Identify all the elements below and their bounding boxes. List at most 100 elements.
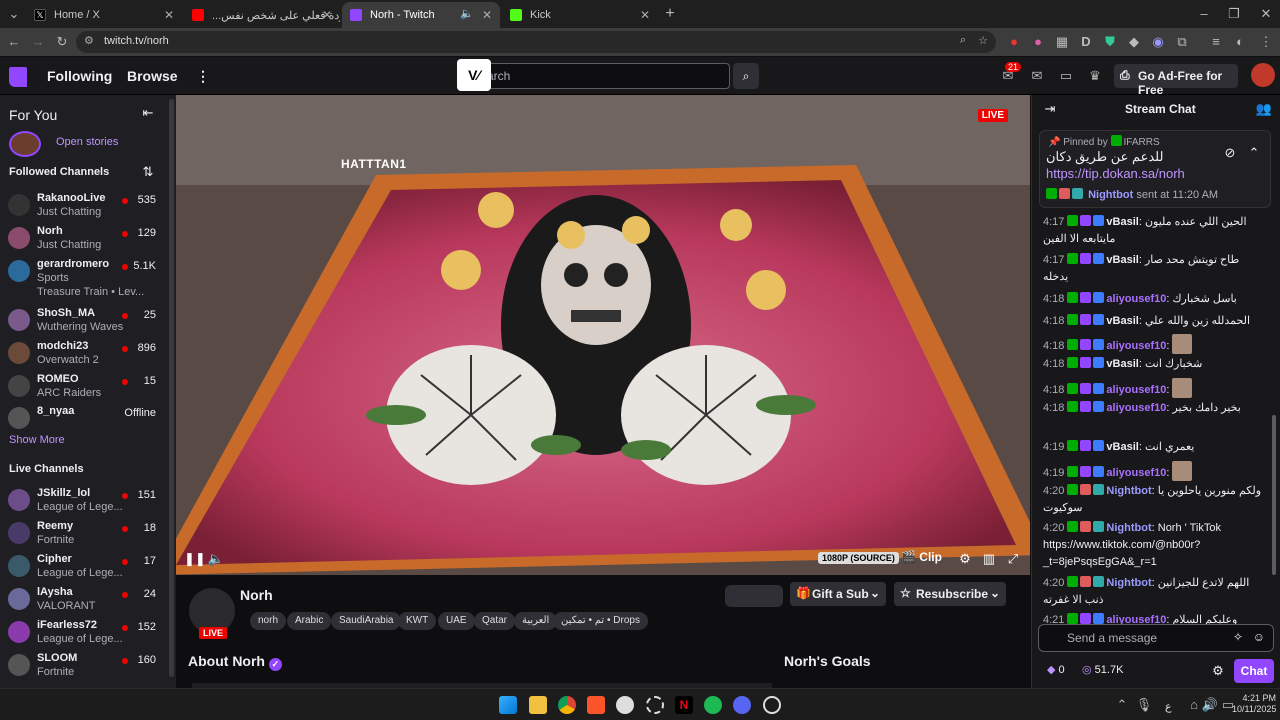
sidebar-scrollbar[interactable] bbox=[169, 99, 174, 677]
tag-pill[interactable]: Arabic bbox=[287, 612, 332, 630]
open-stories-link[interactable]: Open stories bbox=[56, 136, 118, 148]
tag-pill[interactable]: العربية bbox=[514, 612, 558, 630]
chat-send-button[interactable]: Chat bbox=[1234, 659, 1274, 683]
language-indicator[interactable]: ع bbox=[1165, 700, 1172, 713]
gift-sub-button[interactable]: 🎁 Gift a Sub ⌄ bbox=[790, 582, 886, 606]
chevron-up-icon[interactable]: ⌃ bbox=[1244, 143, 1264, 163]
extension-icon[interactable]: ◆ bbox=[1124, 32, 1144, 52]
sidebar-item-laysha[interactable]: lAysha VALORANT 24 bbox=[0, 584, 170, 617]
tag-pill[interactable]: SaudiArabia bbox=[331, 612, 402, 630]
unpin-eye-icon[interactable]: ⊘ bbox=[1220, 143, 1240, 163]
show-hidden-icons-icon[interactable]: ⌃ bbox=[1112, 695, 1132, 715]
sidebar-item-norh[interactable]: Norh Just Chatting 129 bbox=[0, 223, 170, 256]
tag-pill[interactable]: KWT bbox=[398, 612, 437, 630]
tab-youtube[interactable]: (665) ردة فعلي على شخص نفس... ✕ bbox=[184, 2, 340, 28]
sidebar-item-sloom[interactable]: SLOOM Fortnite 160 bbox=[0, 650, 170, 683]
reload-icon[interactable]: ↻ bbox=[52, 32, 72, 52]
sidebar-item-cipher[interactable]: Cipher League of Lege... 17 bbox=[0, 551, 170, 584]
ad-free-button[interactable]: ⎙ Go Ad-Free for Free bbox=[1114, 64, 1238, 97]
extension-icon[interactable]: ● bbox=[1004, 32, 1024, 52]
url-field[interactable]: ⚙ twitch.tv/norh ⌕ ☆ bbox=[76, 31, 996, 53]
crown-icon[interactable]: ♛ bbox=[1085, 66, 1105, 86]
theatre-mode-icon[interactable]: ▥ bbox=[979, 549, 999, 569]
chat-username[interactable]: vBasil bbox=[1106, 315, 1138, 327]
nav-following[interactable]: Following bbox=[47, 68, 112, 84]
microphone-icon[interactable]: 🎙 bbox=[1134, 695, 1154, 715]
more-menu-icon[interactable]: ⋮ bbox=[196, 68, 210, 85]
quality-badge[interactable]: 1080P (SOURCE) bbox=[818, 552, 899, 564]
nav-browse[interactable]: Browse bbox=[127, 68, 178, 84]
windows-start-icon[interactable] bbox=[499, 696, 517, 714]
tab-twitch[interactable]: Norh - Twitch 🔈 ✕ bbox=[342, 2, 500, 28]
maximize-icon[interactable]: ❐ bbox=[1224, 4, 1244, 24]
tab-kick[interactable]: Kick ✕ bbox=[502, 2, 658, 28]
volume-icon[interactable]: 🔈 bbox=[206, 549, 226, 569]
site-info-icon[interactable]: ⚙ bbox=[84, 34, 94, 47]
app-icon[interactable] bbox=[763, 696, 781, 714]
community-icon[interactable]: 👥 bbox=[1254, 99, 1274, 119]
discord-icon[interactable] bbox=[733, 696, 751, 714]
sidebar-item-8_nyaa[interactable]: 8_nyaa Offline bbox=[0, 403, 170, 436]
app-loading-icon[interactable] bbox=[646, 696, 664, 714]
follow-placeholder-button[interactable] bbox=[725, 585, 783, 607]
profile-avatar-icon[interactable]: ◐ bbox=[1230, 32, 1250, 52]
sort-icon[interactable]: ⇅ bbox=[138, 162, 158, 182]
sidebar-item-reemy[interactable]: Reemy Fortnite 18 bbox=[0, 518, 170, 551]
tag-pill[interactable]: UAE bbox=[438, 612, 475, 630]
video-player[interactable]: LIVE HATTTAN1 bbox=[176, 95, 1030, 575]
chat-settings-gear-icon[interactable]: ⚙ bbox=[1208, 661, 1228, 681]
chat-username[interactable]: Nightbot bbox=[1106, 485, 1151, 497]
sidebar-item-romeo[interactable]: ROMEO ARC Raiders 15 bbox=[0, 371, 170, 404]
chat-scrollbar[interactable] bbox=[1272, 415, 1276, 575]
chat-message-input[interactable]: Send a message ✧ ☺ bbox=[1038, 624, 1274, 652]
tab-x[interactable]: 𝕏 Home / X ✕ bbox=[26, 2, 182, 28]
close-icon[interactable]: ✕ bbox=[640, 8, 650, 22]
settings-gear-icon[interactable]: ⚙ bbox=[955, 549, 975, 569]
pinned-link[interactable]: https://tip.dokan.sa/norh bbox=[1046, 166, 1185, 181]
extension-icon[interactable]: ▦ bbox=[1052, 32, 1072, 52]
close-icon[interactable]: ✕ bbox=[322, 8, 332, 22]
minimize-icon[interactable]: – bbox=[1194, 4, 1214, 24]
new-tab-icon[interactable]: + bbox=[660, 4, 680, 24]
chat-username[interactable]: aliyousef10 bbox=[1106, 384, 1166, 396]
back-icon[interactable]: ← bbox=[4, 32, 24, 52]
collapse-sidebar-icon[interactable]: ⇤ bbox=[138, 103, 158, 123]
zoom-icon[interactable]: ⌕ bbox=[960, 34, 966, 47]
brave-icon[interactable] bbox=[587, 696, 605, 714]
sidebar-item-jskillz_lol[interactable]: JSkillz_lol League of Lege... 151 bbox=[0, 485, 170, 518]
show-more-link[interactable]: Show More bbox=[9, 434, 65, 446]
sidebar-item-modchi23[interactable]: modchi23 Overwatch 2 896 bbox=[0, 338, 170, 371]
user-avatar[interactable] bbox=[1251, 63, 1275, 87]
reading-list-icon[interactable]: ≡ bbox=[1206, 32, 1226, 52]
emoji-icon[interactable]: ☺ bbox=[1253, 630, 1265, 644]
chat-username[interactable]: Nightbot bbox=[1106, 522, 1151, 534]
volume-icon[interactable]: 🔊 bbox=[1200, 695, 1220, 715]
close-window-icon[interactable]: ✕ bbox=[1256, 4, 1276, 24]
app-g-icon[interactable] bbox=[616, 696, 634, 714]
tab-search-icon[interactable]: ⌄ bbox=[4, 4, 24, 24]
chat-username[interactable]: aliyousef10 bbox=[1106, 402, 1166, 414]
whispers-icon[interactable]: ✉ bbox=[1027, 66, 1047, 86]
tag-pill[interactable]: تم • تمكين • Drops bbox=[553, 612, 648, 630]
stories-avatar[interactable] bbox=[9, 131, 41, 157]
close-icon[interactable]: ✕ bbox=[164, 8, 174, 22]
search-icon[interactable]: ⌕ bbox=[733, 63, 759, 89]
chat-username[interactable]: vBasil bbox=[1106, 441, 1138, 453]
chat-username[interactable]: Nightbot bbox=[1106, 577, 1151, 589]
overlay-app-logo[interactable]: V⁄ bbox=[457, 59, 491, 91]
sidebar-item-ifearless72[interactable]: iFearless72 League of Lege... 152 bbox=[0, 617, 170, 650]
chat-username[interactable]: aliyousef10 bbox=[1106, 293, 1166, 305]
chat-username[interactable]: vBasil bbox=[1106, 254, 1138, 266]
chat-bubble-icon[interactable]: ▭ bbox=[1056, 66, 1076, 86]
twitch-logo-icon[interactable] bbox=[9, 67, 27, 87]
chat-username[interactable]: vBasil bbox=[1106, 216, 1138, 228]
clip-button[interactable]: 🎬 Clip bbox=[901, 550, 942, 564]
sidebar-item-shosh_ma[interactable]: ShoSh_MA Wuthering Waves 25 bbox=[0, 305, 170, 338]
close-icon[interactable]: ✕ bbox=[482, 8, 492, 22]
collapse-chat-icon[interactable]: ⇥ bbox=[1040, 99, 1060, 119]
extension-icon[interactable]: ◉ bbox=[1148, 32, 1168, 52]
forward-icon[interactable]: → bbox=[28, 32, 48, 52]
sidebar-item-gerardromero[interactable]: gerardromero Sports 5.1K Treasure Train … bbox=[0, 256, 170, 298]
channel-name[interactable]: Norh bbox=[240, 587, 273, 603]
chrome-icon[interactable] bbox=[558, 696, 576, 714]
